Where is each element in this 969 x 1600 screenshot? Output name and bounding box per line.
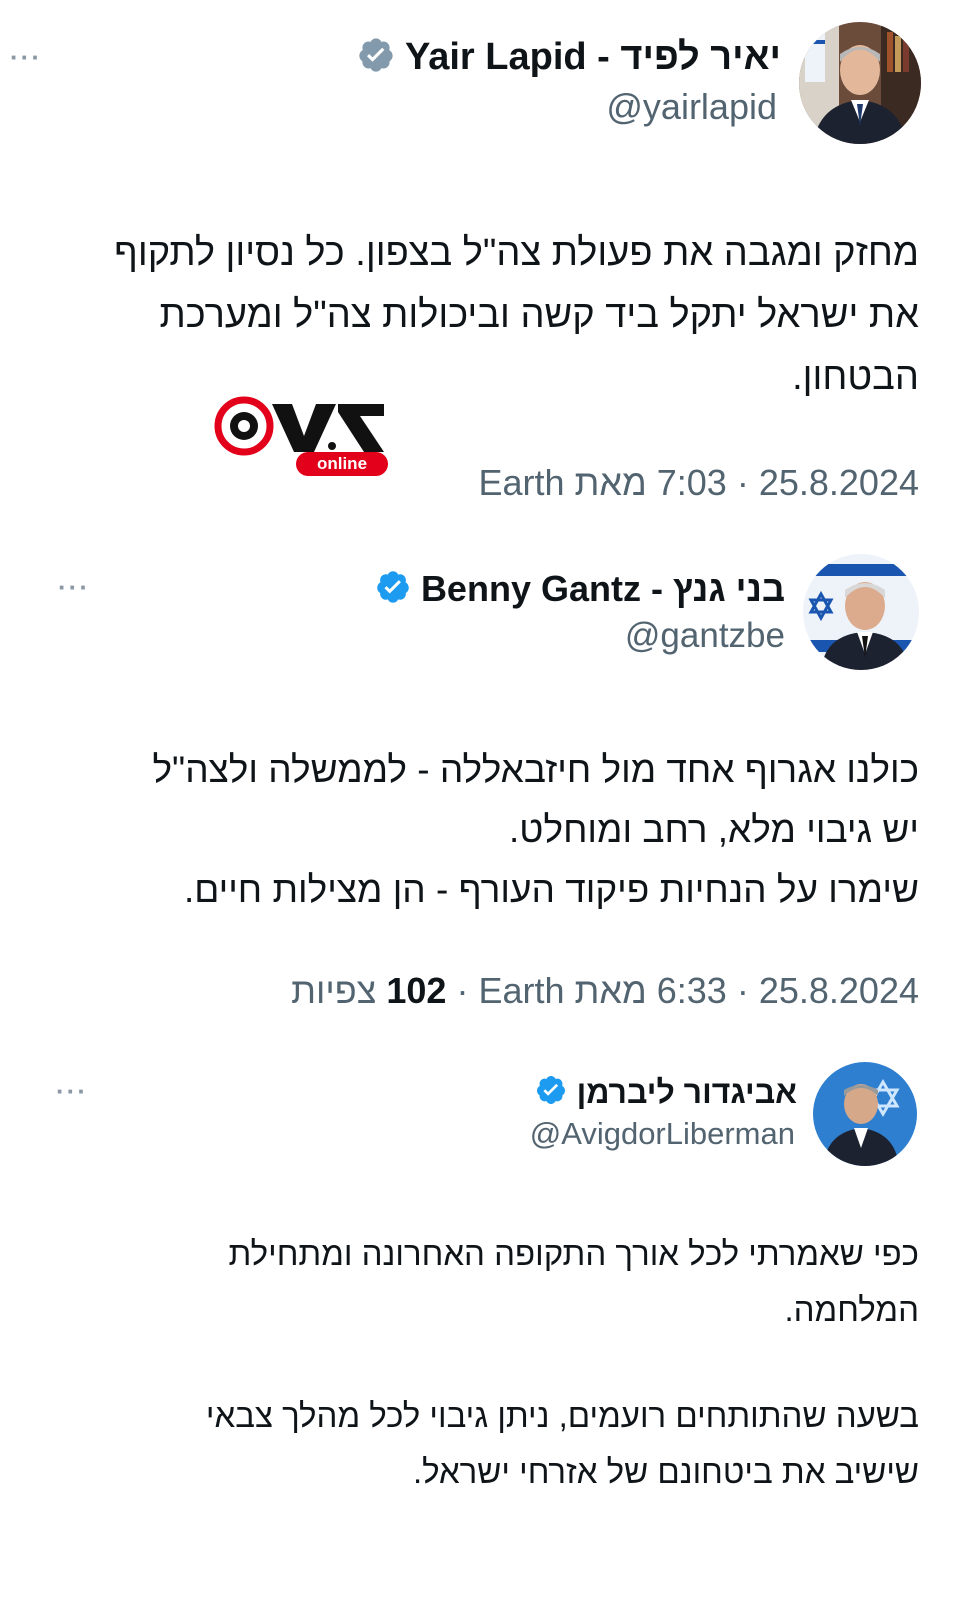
- name-line-liberman: אביגדור ליברמן: [535, 1074, 797, 1111]
- more-options-icon[interactable]: ···: [56, 1076, 88, 1107]
- tweet-liberman: אביגדור ליברמן @AvigdorLiberman ··· כפי …: [0, 0, 969, 1600]
- tweet-body-paragraph-1: כפי שאמרתי לכל אורך התקופה האחרונה ומתחי…: [228, 1235, 919, 1328]
- tweet-body-paragraph-2: בשעה שהתותחים רועמים, ניתן גיבוי לכל מהל…: [205, 1397, 919, 1490]
- avatar-liberman[interactable]: [813, 1062, 917, 1166]
- verified-badge-icon: [535, 1074, 567, 1111]
- display-name[interactable]: אביגדור ליברמן: [577, 1074, 797, 1111]
- handle[interactable]: @AvigdorLiberman: [530, 1116, 795, 1152]
